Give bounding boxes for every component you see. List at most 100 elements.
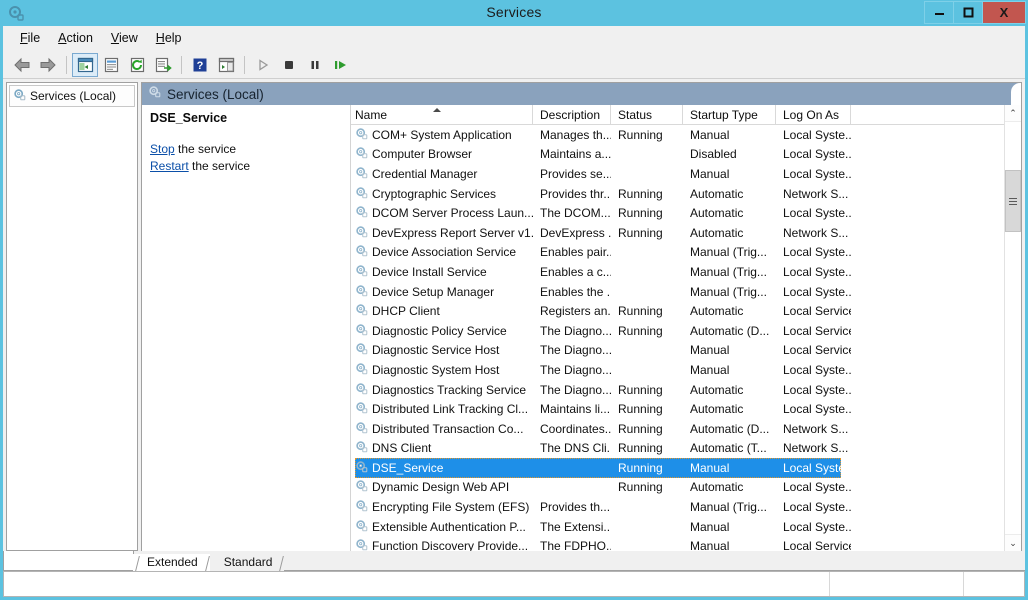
cell-name-label: Distributed Link Tracking Cl... [372, 402, 529, 417]
cell-name: Credential Manager [351, 166, 533, 182]
table-row[interactable]: COM+ System Application Manages th... Runn… [351, 125, 1021, 145]
pause-service-icon[interactable] [302, 53, 328, 77]
column-header-log-on-as[interactable]: Log On As [776, 105, 851, 124]
table-row[interactable]: Distributed Transaction Co... Coordinates… [351, 419, 1021, 439]
tab-extended[interactable]: Extended [133, 554, 210, 571]
cell-name-label: COM+ System Application [372, 127, 512, 142]
help-icon[interactable]: ? [187, 53, 213, 77]
show-hide-tree-icon[interactable] [72, 52, 98, 77]
menu-view[interactable]: View [102, 28, 147, 48]
status-bar-message [4, 572, 830, 596]
cell-name-label: Diagnostics Tracking Service [372, 382, 527, 397]
table-row[interactable]: Cryptographic Services Provides thr... Run… [351, 184, 1021, 204]
restart-service-link[interactable]: Restart [150, 159, 189, 173]
cell-name-label: Dynamic Design Web API [372, 480, 510, 495]
menu-file[interactable]: File [11, 28, 49, 48]
stop-service-icon[interactable] [276, 53, 302, 77]
show-details-icon[interactable] [213, 53, 239, 77]
cell-startup-type: Automatic (D... [690, 421, 770, 436]
menu-help[interactable]: Help [147, 28, 191, 48]
cell-startup-type: Automatic (T... [690, 441, 767, 456]
scrollbar-track[interactable] [1005, 122, 1021, 534]
cell-log-on-as: Local Syste... [783, 245, 851, 260]
cell-description: The Diagno... [540, 343, 611, 358]
cell-name: DNS Client [351, 440, 533, 456]
cell-log-on-as: Local Syste... [783, 362, 851, 377]
table-row[interactable]: Diagnostic System Host The Diagno... Manua… [351, 360, 1021, 380]
menu-action[interactable]: Action [49, 28, 102, 48]
table-row[interactable]: Distributed Link Tracking Cl... Maintains… [351, 399, 1021, 419]
service-gear-icon [355, 440, 368, 456]
maximize-button[interactable] [953, 1, 983, 24]
forward-icon[interactable] [35, 53, 61, 77]
column-header-description[interactable]: Description [533, 105, 611, 124]
cell-startup-type: Automatic [690, 402, 744, 417]
table-row[interactable]: Encrypting File System (EFS) Provides th.… [351, 497, 1021, 517]
table-row[interactable]: DCOM Server Process Laun... The DCOM... Ru… [351, 203, 1021, 223]
column-header-startup-type[interactable]: Startup Type [683, 105, 776, 124]
cell-log-on-as: Network S... [783, 225, 849, 240]
scrollbar-grip-icon [1009, 197, 1017, 205]
start-service-icon[interactable] [250, 53, 276, 77]
table-row[interactable]: Function Discovery Provide... The FDPHO..… [351, 536, 1021, 551]
status-bar-panel-3 [964, 572, 1024, 596]
cell-description: Coordinates... [540, 421, 611, 436]
svg-text:?: ? [197, 60, 204, 72]
cell-log-on-as: Network S... [783, 186, 849, 201]
cell-name-label: Distributed Transaction Co... [372, 421, 524, 436]
cell-log-on-as: Local Service [783, 304, 851, 319]
table-row[interactable]: Dynamic Design Web API Running Automatic Lo… [351, 478, 1021, 498]
restart-service-icon[interactable] [328, 53, 354, 77]
cell-log-on-as: Network S... [783, 441, 849, 456]
table-row[interactable]: Diagnostics Tracking Service The Diagno..… [351, 380, 1021, 400]
column-header-name-label: Name [355, 107, 388, 122]
cell-name: Diagnostic Policy Service [351, 323, 533, 339]
cell-name: Device Setup Manager [351, 284, 533, 300]
cell-name: Computer Browser [351, 146, 533, 162]
refresh-icon[interactable] [124, 53, 150, 77]
service-gear-icon [355, 342, 368, 358]
properties-icon[interactable] [98, 53, 124, 77]
table-row[interactable]: Extensible Authentication P... The Extens… [351, 517, 1021, 537]
export-list-icon[interactable] [150, 53, 176, 77]
close-button[interactable]: X [982, 1, 1026, 24]
cell-name: Extensible Authentication P... [351, 519, 533, 535]
table-row[interactable]: Computer Browser Maintains a... Disabled Lo… [351, 145, 1021, 165]
column-header-name[interactable]: Name [351, 105, 533, 124]
list-vertical-scrollbar[interactable]: ⌃ ⌄ [1004, 105, 1021, 551]
scroll-up-button[interactable]: ⌃ [1005, 105, 1021, 122]
column-header-status[interactable]: Status [611, 105, 683, 124]
table-row[interactable]: DevExpress Report Server v1... DevExpress… [351, 223, 1021, 243]
table-row[interactable]: Diagnostic Policy Service The Diagno... Ru… [351, 321, 1021, 341]
table-row[interactable]: Device Install Service Enables a c... Manu… [351, 262, 1021, 282]
cell-log-on-as: Local Syste... [783, 480, 851, 495]
table-row[interactable]: Device Association Service Enables pair..… [351, 243, 1021, 263]
table-row[interactable]: DSE_Service Running Manual Local Syste... [351, 458, 1021, 478]
table-row[interactable]: DNS Client The DNS Cli... Running Automatic… [351, 439, 1021, 459]
stop-service-action: Stop the service [150, 141, 342, 157]
cell-name: Function Discovery Provide... [351, 538, 533, 551]
cell-description: DevExpress ... [540, 225, 611, 240]
table-row[interactable]: DHCP Client Registers an... Running Automat… [351, 301, 1021, 321]
console-tree-pane: Services (Local) [6, 82, 138, 551]
cell-startup-type: Manual [690, 127, 730, 142]
sort-ascending-icon [432, 108, 441, 112]
tab-standard-label: Standard [223, 555, 273, 569]
minimize-button[interactable] [924, 1, 954, 24]
tab-standard[interactable]: Standard [209, 554, 285, 571]
sidebar-item-services-local[interactable]: Services (Local) [9, 85, 135, 107]
table-row[interactable]: Credential Manager Provides se... Manual Lo… [351, 164, 1021, 184]
scroll-down-button[interactable]: ⌄ [1005, 534, 1021, 551]
scrollbar-thumb[interactable] [1005, 170, 1021, 232]
stop-service-link[interactable]: Stop [150, 142, 175, 156]
cell-startup-type: Automatic (D... [690, 323, 770, 338]
table-row[interactable]: Diagnostic Service Host The Diagno... Manu… [351, 341, 1021, 361]
back-icon[interactable] [9, 53, 35, 77]
table-row[interactable]: Device Setup Manager Enables the ... Manua… [351, 282, 1021, 302]
cell-name: Diagnostic System Host [351, 362, 533, 378]
service-gear-icon [355, 401, 368, 417]
cell-name-label: Diagnostic Service Host [372, 343, 500, 358]
cell-name: DHCP Client [351, 303, 533, 319]
services-gear-icon [13, 88, 26, 104]
list-header-row: Name Description Status Startup Type Log… [351, 105, 1021, 125]
